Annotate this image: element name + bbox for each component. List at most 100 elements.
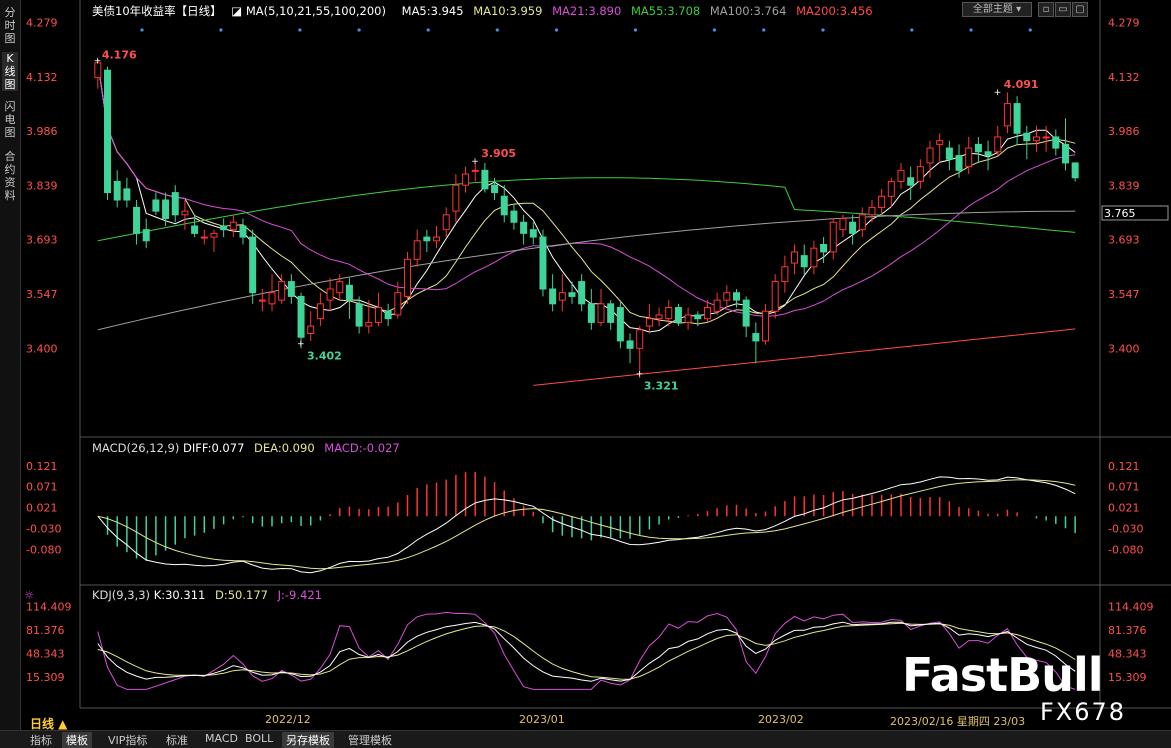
candle-body xyxy=(597,303,605,323)
macd-tick-right: 0.121 xyxy=(1108,460,1140,473)
cursor-date-label: 2023/02/16 星期四 23/03 xyxy=(890,715,1026,728)
candle-body xyxy=(123,188,131,201)
candle-body xyxy=(268,292,276,305)
kdj-d: D:50.177 xyxy=(215,588,268,602)
macd-diff: DIFF:0.077 xyxy=(183,441,245,455)
candle-body xyxy=(878,195,886,208)
candle-body xyxy=(239,225,247,238)
month-label-jan: 2023/01 xyxy=(519,713,565,726)
main-legend: 美债10年收益率【日线】 ◪ MA(5,10,21,55,100,200) MA… xyxy=(92,3,879,19)
macd-diff-line xyxy=(97,476,1076,574)
candle-body xyxy=(113,180,121,201)
ma-param-text: MA(5,10,21,55,100,200) xyxy=(245,4,386,18)
tab-flash-chart[interactable]: 闪电图 xyxy=(2,100,18,139)
price-tick-left: 3.400 xyxy=(26,342,58,355)
window-minimize-icon[interactable]: ▭ xyxy=(1055,2,1071,17)
candle-body xyxy=(558,292,566,301)
tab-time-chart[interactable]: 分时图 xyxy=(2,6,18,45)
macd-dea: DEA:0.090 xyxy=(254,441,315,455)
bottom-toolbar: 指标 模板 VIP指标 标准 MACD BOLL 另存模板 管理模板 xyxy=(0,730,1171,748)
candle-body xyxy=(732,292,740,301)
macd-tick-left: -0.030 xyxy=(26,523,61,536)
candle-body xyxy=(936,140,944,145)
ma55-value: MA55:3.708 xyxy=(630,4,701,18)
candle-body xyxy=(1003,103,1011,127)
candle-body xyxy=(403,258,411,297)
kdj-settings-icon[interactable]: ☼ xyxy=(24,588,34,602)
event-dot xyxy=(633,28,638,32)
save-template-button[interactable]: 另存模板 xyxy=(282,732,334,748)
candle-body xyxy=(945,147,953,160)
candle-body xyxy=(665,307,673,320)
macd-tick-right: -0.080 xyxy=(1108,544,1143,557)
price-tick-left: 3.986 xyxy=(26,125,58,138)
candle-body xyxy=(791,251,799,264)
candle-body xyxy=(442,214,450,231)
annotation-marker: + xyxy=(94,57,102,67)
boll-button[interactable]: BOLL xyxy=(241,732,277,745)
window-restore-icon[interactable]: ▫ xyxy=(1038,2,1054,17)
price-annotation: 4.176 xyxy=(102,49,137,62)
candle-body xyxy=(481,169,489,190)
candle-body xyxy=(994,136,1002,153)
candle-body xyxy=(345,284,353,301)
event-dot xyxy=(1028,28,1032,32)
candle-body xyxy=(752,333,760,342)
price-tick-right: 3.547 xyxy=(1108,288,1140,301)
candle-body xyxy=(849,221,857,234)
window-close-icon[interactable]: ▢ xyxy=(1072,2,1088,17)
event-dot xyxy=(495,28,499,32)
tab-kline-chart[interactable]: K线图 xyxy=(2,52,18,91)
price-tick-right: 3.839 xyxy=(1108,180,1140,193)
candle-body xyxy=(539,236,547,290)
candle-body xyxy=(820,244,828,253)
kdj-tick-left: 114.409 xyxy=(26,601,72,614)
candle-body xyxy=(568,292,576,297)
candle-body xyxy=(974,143,982,153)
kdj-legend: KDJ(9,3,3) K:30.311 D:50.177 J:-9.421 xyxy=(92,588,328,602)
candle-body xyxy=(1071,162,1079,179)
candle-body xyxy=(462,173,470,186)
price-tick-right: 3.400 xyxy=(1108,342,1140,355)
candle-body xyxy=(384,310,392,320)
event-dot xyxy=(910,28,914,32)
current-price-label: 3.765 xyxy=(1104,207,1136,220)
candle-body xyxy=(336,281,344,294)
ma10-line xyxy=(97,62,1076,325)
candle-body xyxy=(278,281,286,301)
macd-button[interactable]: MACD xyxy=(201,732,242,745)
price-tick-right: 4.132 xyxy=(1108,71,1140,84)
template-button[interactable]: 模板 xyxy=(62,732,92,748)
ma21-value: MA21:3.890 xyxy=(552,4,622,18)
candle-body xyxy=(607,303,615,323)
ma200-value: MA200:3.456 xyxy=(796,4,873,18)
event-dot xyxy=(426,28,430,32)
indicator-button[interactable]: 指标 xyxy=(26,732,56,748)
price-tick-right: 3.986 xyxy=(1108,125,1140,138)
candle-body xyxy=(1061,143,1069,164)
candle-body xyxy=(162,199,170,220)
tab-contract-info[interactable]: 合约资料 xyxy=(2,150,18,202)
candle-body xyxy=(723,292,731,301)
candle-body xyxy=(858,214,866,231)
candle-body xyxy=(520,221,528,234)
price-tick-left: 3.547 xyxy=(26,288,58,301)
candle-body xyxy=(491,184,499,194)
standard-button[interactable]: 标准 xyxy=(162,732,192,748)
ma100-value: MA100:3.764 xyxy=(709,4,787,18)
event-dot xyxy=(712,28,717,32)
ma-params: ◪ MA(5,10,21,55,100,200) xyxy=(231,4,386,18)
price-tick-right: 4.279 xyxy=(1108,16,1140,29)
candle-body xyxy=(152,199,160,212)
event-dot xyxy=(762,28,766,32)
price-tick-left: 3.693 xyxy=(26,234,58,247)
candle-body xyxy=(258,299,266,302)
fastbull-watermark: FastBull xyxy=(902,648,1103,702)
candle-body xyxy=(1052,136,1060,149)
candle-body xyxy=(210,232,218,238)
manage-template-button[interactable]: 管理模板 xyxy=(344,732,396,748)
theme-select[interactable]: 全部主题 ▾ xyxy=(962,2,1032,17)
candle-body xyxy=(191,225,199,234)
vip-indicator-button[interactable]: VIP指标 xyxy=(104,732,151,748)
price-tick-left: 3.839 xyxy=(26,180,58,193)
